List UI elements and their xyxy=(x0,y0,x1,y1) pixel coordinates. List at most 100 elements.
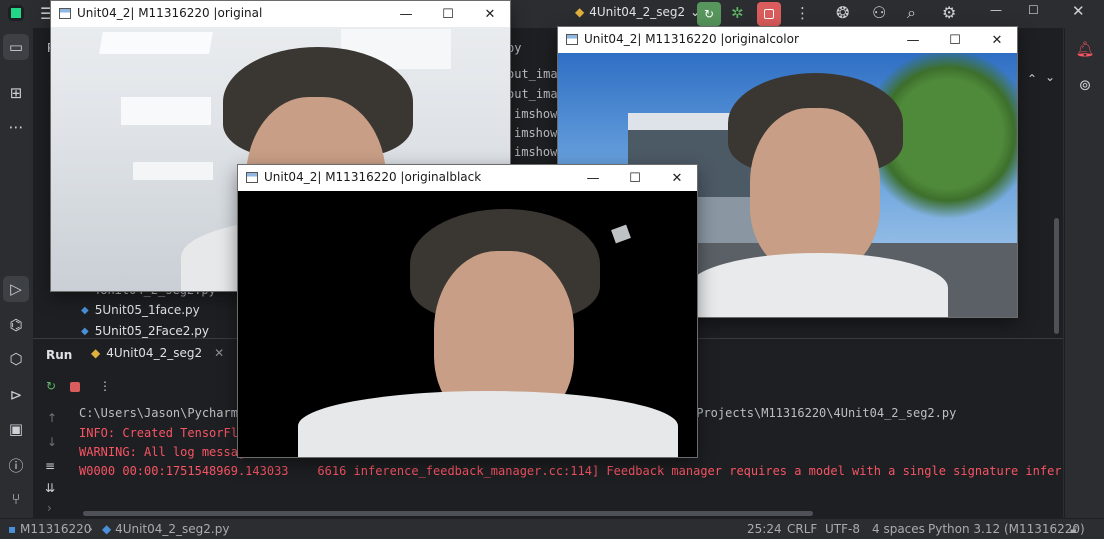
scroll-down-icon[interactable]: ↓ xyxy=(47,435,57,449)
git-icon[interactable]: ⑂ xyxy=(3,486,29,512)
close-icon[interactable]: ✕ xyxy=(985,30,1009,50)
python-interpreter[interactable]: Python 3.12 (M11316220) xyxy=(928,522,1085,536)
line-separator[interactable]: CRLF xyxy=(787,522,817,536)
scroll-up-icon[interactable]: ↑ xyxy=(47,411,57,425)
gear-icon[interactable]: ⚙ xyxy=(942,3,956,22)
lock-icon[interactable]: 🔓︎ xyxy=(1070,522,1078,537)
ceiling-light xyxy=(133,162,213,180)
terminal-icon[interactable]: ▣ xyxy=(3,416,29,442)
left-tool-bar: ▭ ⊞ ⋯ ▷ ⌬ ⬡ ⊳ ▣ ⓘ ⑂ xyxy=(0,28,34,518)
console-hscrollbar[interactable] xyxy=(83,511,813,516)
ai-assistant-icon[interactable]: ❂ xyxy=(836,3,849,22)
minimize-ide-icon[interactable]: — xyxy=(990,3,1002,17)
window-title-bar[interactable]: Unit04_2| M11316220 |original — ☐ ✕ xyxy=(51,1,510,27)
code-line: imshow xyxy=(514,126,558,140)
code-line: imshow xyxy=(514,145,558,159)
maximize-icon[interactable]: ☐ xyxy=(943,30,967,50)
project-file-label: 5Unit05_2Face2.py xyxy=(94,324,209,338)
close-icon[interactable]: ✕ xyxy=(665,168,689,188)
project-file-item[interactable]: ◆ 5Unit05_2Face2.py xyxy=(81,324,209,338)
status-bar: ▪ M11316220 › ◆ 4Unit04_2_seg2.py 25:24 … xyxy=(0,518,1104,539)
stop-icon[interactable] xyxy=(70,382,80,392)
right-tool-bar: 🔔︎ ⊚ xyxy=(1064,28,1104,518)
python-console-icon[interactable]: ⌬ xyxy=(3,312,29,338)
run-tab[interactable]: ◆ 4Unit04_2_seg2 ✕ xyxy=(91,346,224,360)
rerun-button[interactable]: ↻ xyxy=(697,2,721,26)
maximize-icon[interactable]: ☐ xyxy=(436,4,460,24)
console-line-end: nProjects\M11316220\4Unit04_2_seg2.py xyxy=(689,406,957,420)
expand-icon[interactable]: › xyxy=(47,501,52,515)
python-packages-icon[interactable]: ⬡ xyxy=(3,346,29,372)
minimize-icon[interactable]: — xyxy=(901,30,925,50)
caret-position[interactable]: 25:24 xyxy=(747,522,782,536)
run-tab-label: 4Unit04_2_seg2 xyxy=(106,346,203,360)
code-line: out_imag xyxy=(507,87,565,101)
ceiling-light xyxy=(121,97,211,125)
maximize-icon[interactable]: ☐ xyxy=(623,168,647,188)
module-icon: ▪ xyxy=(8,522,17,536)
soft-wrap-icon[interactable]: ≡ xyxy=(45,459,55,473)
chevron-down-icon[interactable]: ⌄ xyxy=(1045,70,1055,84)
ceiling-light xyxy=(99,32,213,54)
debug-icon[interactable]: ✲ xyxy=(731,4,744,22)
project-folder-icon[interactable]: ▭ xyxy=(3,34,29,60)
rerun-icon[interactable]: ↻ xyxy=(46,379,56,393)
breadcrumb-separator: › xyxy=(88,522,93,536)
console-line: WARNING: All log messag xyxy=(79,445,246,459)
window-title: Unit04_2| M11316220 |original xyxy=(77,6,263,20)
search-icon[interactable]: ⌕ xyxy=(907,3,916,23)
person-shirt xyxy=(298,391,678,457)
more-actions-icon[interactable]: ⋮ xyxy=(795,4,810,22)
project-file-label: 5Unit05_1face.py xyxy=(94,303,200,317)
console-line: W0000 00:00:1751548969.143033 6616 infer… xyxy=(79,464,1061,478)
close-icon[interactable]: ✕ xyxy=(478,4,502,24)
console-line: INFO: Created TensorFlo xyxy=(79,426,246,440)
window-title: Unit04_2| M11316220 |originalcolor xyxy=(584,32,799,46)
run-config-selector[interactable]: ◆ 4Unit04_2_seg2 ⌄ xyxy=(575,5,700,19)
window-app-icon xyxy=(566,34,578,45)
services-icon[interactable]: ⊳ xyxy=(3,382,29,408)
artifact-fragment xyxy=(611,224,631,244)
python-file-icon: ◆ xyxy=(81,304,89,316)
window-title-bar[interactable]: Unit04_2| M11316220 |originalcolor — ☐ ✕ xyxy=(558,27,1017,53)
close-ide-icon[interactable]: ✕ xyxy=(1072,2,1085,20)
close-tab-icon[interactable]: ✕ xyxy=(214,346,224,360)
run-tool-icon[interactable]: ▷ xyxy=(3,276,29,302)
console-line: C:\Users\Jason\PycharmP xyxy=(79,406,246,420)
code-line: imshow xyxy=(514,107,558,121)
project-file-item[interactable]: ◆ 5Unit05_1face.py xyxy=(81,303,200,317)
stop-button[interactable] xyxy=(757,2,781,26)
python-icon: ◆ xyxy=(575,5,585,19)
file-encoding[interactable]: UTF-8 xyxy=(825,522,860,536)
structure-icon[interactable]: ⊞ xyxy=(3,80,29,106)
maximize-ide-icon[interactable]: ☐ xyxy=(1028,3,1039,17)
person-shirt xyxy=(688,253,948,317)
file-breadcrumb[interactable]: ◆ 4Unit04_2_seg2.py xyxy=(102,522,229,536)
window-originalblack[interactable]: Unit04_2| M11316220 |originalblack — ☐ ✕ xyxy=(238,165,697,457)
more-tools-icon[interactable]: ⋯ xyxy=(3,114,29,140)
notifications-icon[interactable]: 🔔︎ xyxy=(1072,36,1098,62)
chevron-up-icon[interactable]: ⌃ xyxy=(1027,72,1037,86)
python-file-icon: ◆ xyxy=(102,522,112,536)
person-face xyxy=(750,108,880,273)
run-panel-title: Run xyxy=(46,348,73,362)
pycharm-logo-icon[interactable] xyxy=(8,5,24,21)
minimize-icon[interactable]: — xyxy=(581,168,605,188)
run-config-label: 4Unit04_2_seg2 xyxy=(589,5,686,19)
project-name: M11316220 xyxy=(19,522,92,536)
editor-scrollbar[interactable] xyxy=(1054,218,1059,334)
ai-chat-icon[interactable]: ⊚ xyxy=(1072,72,1098,98)
scroll-to-end-icon[interactable]: ⇊ xyxy=(45,481,55,495)
python-icon: ◆ xyxy=(91,346,101,360)
more-run-actions-icon[interactable]: ⋮ xyxy=(99,379,111,393)
indent-setting[interactable]: 4 spaces xyxy=(872,522,925,536)
python-file-icon: ◆ xyxy=(81,325,89,337)
window-app-icon xyxy=(246,172,258,183)
window-title-bar[interactable]: Unit04_2| M11316220 |originalblack — ☐ ✕ xyxy=(238,165,697,191)
window-app-icon xyxy=(59,8,71,19)
problems-icon[interactable]: ⓘ xyxy=(3,452,29,478)
project-breadcrumb[interactable]: ▪ M11316220 xyxy=(8,522,91,536)
minimize-icon[interactable]: — xyxy=(394,4,418,24)
add-user-icon[interactable]: ⚇ xyxy=(872,3,886,22)
code-line: out_imag xyxy=(507,67,565,81)
